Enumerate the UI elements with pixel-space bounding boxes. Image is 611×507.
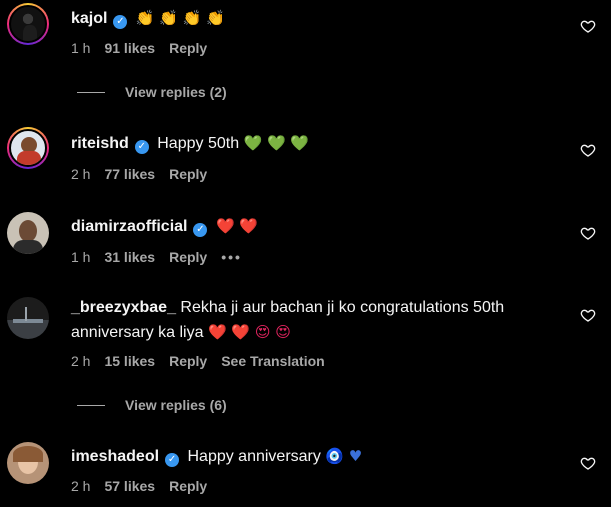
comment-line: diamirzaofficial ✓ ❤️ ❤️ (71, 216, 258, 237)
reply-button[interactable]: Reply (169, 353, 207, 369)
comment-meta: 2 h 15 likes Reply See Translation (71, 353, 339, 369)
divider (77, 405, 105, 406)
more-options-button[interactable]: ••• (221, 249, 242, 265)
timestamp: 1 h (71, 249, 91, 265)
comment-meta: 1 h 31 likes Reply ••• (71, 249, 256, 265)
likes-count[interactable]: 57 likes (104, 478, 155, 494)
view-replies-button[interactable]: View replies (6) (77, 397, 227, 413)
likes-count[interactable]: 31 likes (104, 249, 155, 265)
timestamp: 2 h (71, 478, 91, 494)
comment-emojis: 💚 💚 💚 (243, 134, 310, 152)
comment-line: imeshadeol ✓ Happy anniversary 🧿 ♥ (71, 446, 362, 467)
divider (77, 92, 105, 93)
heart-outline-icon[interactable] (580, 307, 596, 323)
comment-text: Happy anniversary (187, 448, 321, 465)
comment-emojis: 🧿 ♥ (325, 447, 363, 465)
avatar[interactable] (7, 3, 49, 45)
comment-meta: 2 h 57 likes Reply (71, 478, 221, 494)
username[interactable]: diamirzaofficial (71, 218, 187, 235)
username[interactable]: imeshadeol (71, 448, 159, 465)
timestamp: 1 h (71, 40, 91, 56)
verified-badge-icon: ✓ (193, 223, 208, 237)
reply-button[interactable]: Reply (169, 249, 207, 265)
reply-button[interactable]: Reply (169, 166, 207, 182)
comment-text: Happy 50th (157, 135, 240, 152)
verified-badge-icon: ✓ (134, 140, 149, 154)
username[interactable]: riteishd (71, 135, 129, 152)
view-replies-label[interactable]: View replies (6) (125, 397, 227, 413)
heart-outline-icon[interactable] (580, 225, 596, 241)
avatar[interactable] (7, 127, 49, 169)
comment-line: riteishd ✓ Happy 50th 💚 💚 💚 (71, 133, 309, 154)
username[interactable]: _breezyxbae_ (71, 299, 176, 316)
see-translation-button[interactable]: See Translation (221, 353, 324, 369)
comment-line: _breezyxbae_ Rekha ji aur bachan ji ko c… (71, 296, 551, 345)
view-replies-label[interactable]: View replies (2) (125, 84, 227, 100)
verified-badge-icon: ✓ (113, 15, 128, 29)
heart-outline-icon[interactable] (580, 18, 596, 34)
comment-meta: 1 h 91 likes Reply (71, 40, 221, 56)
verified-badge-icon: ✓ (165, 453, 180, 467)
view-replies-button[interactable]: View replies (2) (77, 84, 227, 100)
likes-count[interactable]: 91 likes (104, 40, 155, 56)
username[interactable]: kajol (71, 10, 107, 27)
comment-meta: 2 h 77 likes Reply (71, 166, 221, 182)
avatar[interactable] (7, 442, 49, 484)
comment-emojis: ❤️ ❤️ 😍 😍 (207, 323, 291, 341)
heart-outline-icon[interactable] (580, 142, 596, 158)
timestamp: 2 h (71, 166, 91, 182)
reply-button[interactable]: Reply (169, 478, 207, 494)
heart-outline-icon[interactable] (580, 455, 596, 471)
likes-count[interactable]: 77 likes (104, 166, 155, 182)
reply-button[interactable]: Reply (169, 40, 207, 56)
comment-line: kajol ✓ 👏 👏 👏 👏 (71, 8, 225, 29)
comment-emojis: ❤️ ❤️ (215, 217, 259, 235)
likes-count[interactable]: 15 likes (104, 353, 155, 369)
timestamp: 2 h (71, 353, 91, 369)
avatar[interactable] (7, 297, 49, 339)
avatar[interactable] (7, 212, 49, 254)
comment-emojis: 👏 👏 👏 👏 (135, 9, 225, 27)
